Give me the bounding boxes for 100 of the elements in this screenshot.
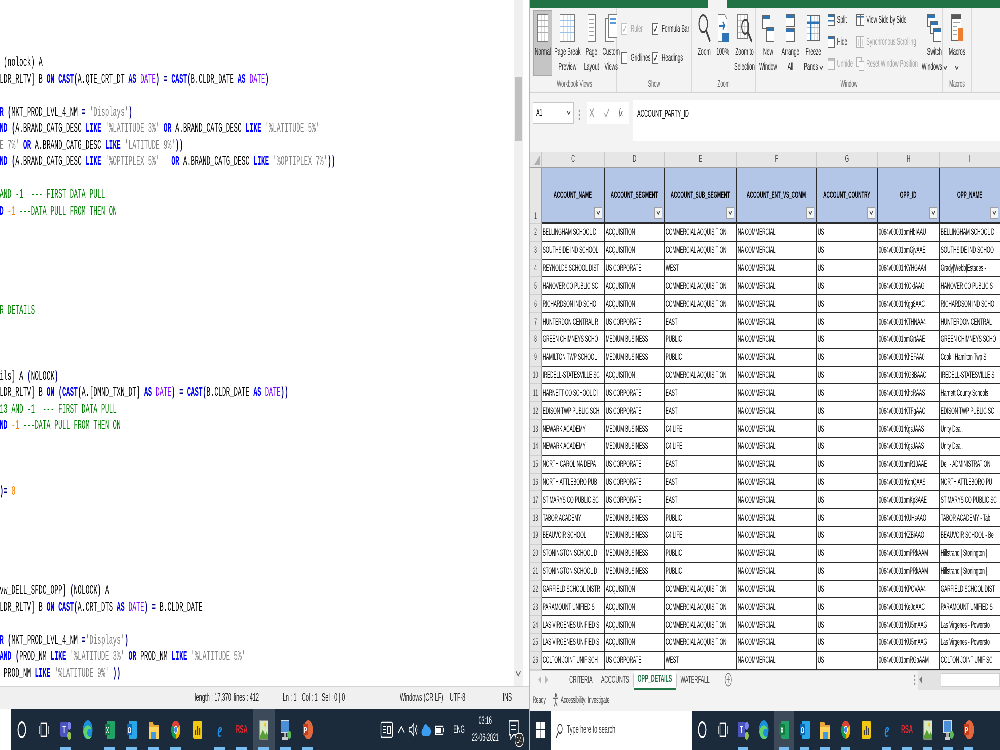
column-letter[interactable]: D: [605, 152, 665, 168]
ribbon-button[interactable]: Page Break Preview: [553, 10, 582, 76]
scroll-thumb[interactable]: [941, 673, 1000, 688]
horizontal-scrollbar[interactable]: [918, 670, 1000, 690]
row-number[interactable]: 7: [530, 313, 542, 331]
ribbon-button[interactable]: New Window: [758, 10, 779, 76]
row-number[interactable]: 3: [530, 242, 542, 260]
taskbar-button[interactable]: P: [297, 709, 319, 750]
row-number[interactable]: 25: [530, 634, 542, 652]
row-number[interactable]: 26: [530, 652, 542, 670]
row-number[interactable]: 9: [530, 348, 542, 367]
taskbar-button[interactable]: e: [209, 709, 231, 750]
search-field[interactable]: Type here to search: [551, 710, 692, 750]
column-letter[interactable]: G: [817, 152, 878, 168]
row-number[interactable]: 13: [530, 420, 542, 438]
row-number[interactable]: 23: [530, 598, 542, 616]
ribbon-button[interactable]: Page Layout: [582, 10, 601, 76]
browser-icon: [840, 719, 852, 742]
row-number[interactable]: 14: [530, 438, 542, 456]
ribbon-button[interactable]: Custom Views: [601, 10, 622, 76]
speaker-icon[interactable]: [409, 722, 418, 738]
row-number[interactable]: 17: [530, 491, 542, 510]
filter-button[interactable]: [594, 207, 602, 219]
accessibility-status[interactable]: Accessibility: Investigate: [561, 695, 610, 706]
ribbon-button[interactable]: 100%: [714, 10, 732, 76]
taskbar-button[interactable]: X: [774, 710, 794, 750]
filter-button[interactable]: [868, 207, 876, 219]
ribbon-button[interactable]: Freeze Panes: [802, 10, 825, 76]
check-icon[interactable]: [604, 107, 610, 119]
ribbon-button[interactable]: View Side by Side: [856, 11, 920, 29]
language-indicator[interactable]: ENG: [454, 724, 465, 736]
row-number[interactable]: 4: [530, 260, 542, 278]
checkbox[interactable]: [652, 52, 659, 64]
taskbar-button[interactable]: O: [121, 709, 143, 750]
row-number[interactable]: 15: [530, 456, 542, 474]
sheet-tab[interactable]: CRITERIA: [566, 670, 597, 690]
row-number[interactable]: 21: [530, 562, 542, 581]
taskbar-button[interactable]: e: [876, 710, 897, 750]
column-letter[interactable]: F: [737, 152, 817, 168]
row-number[interactable]: 24: [530, 616, 542, 634]
row-number[interactable]: 19: [530, 527, 542, 545]
taskbar-button[interactable]: P: [958, 710, 979, 750]
row-number[interactable]: 5: [530, 277, 542, 296]
insert-function-button[interactable]: fx: [619, 107, 623, 119]
plus-circle-icon[interactable]: [724, 673, 732, 688]
accessibility-icon[interactable]: [553, 693, 559, 708]
ribbon-button[interactable]: Switch Windows: [920, 10, 949, 76]
row-number[interactable]: 22: [530, 580, 542, 598]
scroll-down-icon[interactable]: [516, 670, 522, 678]
ribbon-button[interactable]: Arrange All: [780, 10, 802, 76]
news-icon[interactable]: [380, 720, 394, 740]
sheet-tab[interactable]: ACCOUNTS: [597, 670, 634, 690]
sheet-tab[interactable]: OPP_DETAILS: [634, 670, 676, 690]
table-cell: EAST: [665, 474, 737, 492]
row-number[interactable]: 8: [530, 330, 542, 349]
filter-button[interactable]: [990, 207, 998, 219]
checkbox[interactable]: [652, 23, 659, 35]
clock-date[interactable]: 23-06-2021: [472, 730, 499, 746]
taskbar-button[interactable]: T: [55, 709, 77, 750]
column-letter[interactable]: H: [878, 152, 940, 168]
row-number[interactable]: 12: [530, 402, 542, 420]
filter-button[interactable]: [654, 207, 662, 219]
column-letter[interactable]: I: [940, 152, 1000, 168]
filter-button[interactable]: [726, 207, 734, 219]
filter-button[interactable]: [806, 207, 814, 219]
row-number[interactable]: 11: [530, 384, 542, 402]
filter-button[interactable]: [930, 207, 938, 219]
cancel-icon[interactable]: [589, 107, 595, 119]
row-number[interactable]: 1: [530, 168, 542, 224]
column-letter[interactable]: C: [542, 152, 605, 168]
scroll-thumb[interactable]: [515, 77, 522, 141]
row-number[interactable]: 18: [530, 509, 542, 528]
column-letter[interactable]: E: [665, 152, 737, 168]
table-cell: PARAMOUNT UNIFIED S: [940, 598, 1000, 616]
row-number[interactable]: 20: [530, 544, 542, 563]
ribbon-button[interactable]: Zoom: [696, 10, 713, 76]
left-arrow-icon[interactable]: [919, 675, 923, 686]
sheet-tab[interactable]: WATERFALL: [676, 670, 714, 690]
clock-time[interactable]: 03:16: [478, 712, 492, 730]
row-number[interactable]: 2: [530, 224, 542, 242]
ribbon-button[interactable]: Hide: [826, 33, 854, 51]
table-cell: PUBLIC: [665, 544, 737, 563]
ribbon-button[interactable]: Macros: [948, 10, 967, 76]
taskbar-button[interactable]: O: [794, 710, 815, 750]
table-cell: NA COMMERCIAL: [737, 366, 817, 384]
name-box[interactable]: A1: [533, 102, 574, 124]
macro-sheet-icon: [950, 13, 964, 43]
taskbar-button[interactable]: X: [99, 709, 121, 750]
formula-field[interactable]: ACCOUNT_PARTY_ID: [633, 100, 1000, 141]
vertical-scrollbar[interactable]: [514, 0, 523, 686]
cloud-icon[interactable]: [422, 722, 432, 736]
taskbar-button[interactable]: [253, 709, 275, 750]
checkbox[interactable]: [621, 52, 628, 64]
row-number[interactable]: 10: [530, 366, 542, 384]
ribbon-button[interactable]: Split: [826, 11, 854, 29]
ribbon-button[interactable]: Normal: [534, 10, 553, 76]
taskbar-button[interactable]: T: [733, 710, 754, 750]
row-number[interactable]: 6: [530, 295, 542, 314]
ribbon-button[interactable]: Zoom to Selection: [733, 10, 757, 76]
row-number[interactable]: 16: [530, 474, 542, 492]
